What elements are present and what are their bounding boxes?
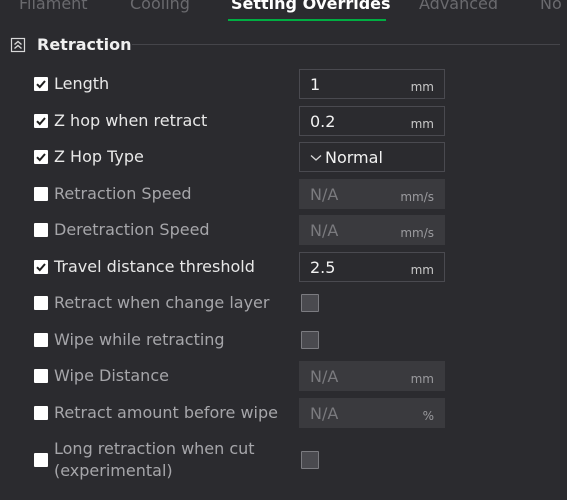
setting-label: Z hop when retract (54, 111, 208, 130)
retraction-section-header: Retraction (10, 33, 560, 57)
check-icon (36, 117, 46, 126)
setting-row-retract-amount-before-wipe: Retract amount before wipe N/A% (0, 397, 567, 429)
wipe-while-retracting-checkbox[interactable] (301, 331, 319, 349)
input-value: N/A (310, 185, 339, 204)
setting-label: Deretraction Speed (54, 220, 210, 239)
input-unit: mm/s (400, 226, 434, 240)
retraction-speed-input: N/A mm/s (299, 179, 445, 209)
long-retraction-when-cut-checkbox[interactable] (301, 451, 319, 469)
deretraction-speed-input: N/A mm/s (299, 215, 445, 245)
input-value: N/A (310, 404, 339, 423)
override-checkbox[interactable] (34, 333, 48, 347)
check-icon (36, 263, 46, 272)
retract-amount-before-wipe-input: N/A% (299, 398, 445, 428)
collapse-icon[interactable] (10, 37, 26, 53)
override-checkbox[interactable] (34, 453, 48, 467)
override-checkbox[interactable] (34, 223, 48, 237)
tab-advanced[interactable]: Advanced (419, 0, 498, 13)
setting-label: Retract when change layer (54, 293, 270, 312)
input-value: 2.5 (310, 258, 336, 277)
tab-bar: Filament Cooling Setting Overrides Advan… (0, 0, 567, 22)
tab-setting-overrides[interactable]: Setting Overrides (231, 0, 391, 13)
override-checkbox[interactable] (34, 369, 48, 383)
setting-label-line1: Long retraction when cut (54, 439, 255, 458)
input-unit: mm (410, 263, 434, 277)
active-tab-indicator (228, 19, 386, 21)
setting-label-line2: (experimental) (54, 461, 173, 480)
input-unit: mm (410, 117, 434, 131)
override-checkbox[interactable] (34, 406, 48, 420)
travel-distance-threshold-input[interactable]: 2.5 mm (299, 252, 445, 282)
dropdown-value: Normal (325, 148, 383, 167)
setting-row-length: Length 1 mm (0, 68, 567, 100)
check-icon (36, 153, 46, 162)
setting-label: Retraction Speed (54, 184, 192, 203)
setting-label: Retract amount before wipe (54, 403, 278, 422)
override-checkbox[interactable] (34, 187, 48, 201)
setting-label: Long retraction when cut (experimental) (54, 438, 255, 482)
override-checkbox[interactable] (34, 260, 48, 274)
setting-label: Z Hop Type (54, 147, 144, 166)
z-hop-when-retract-input[interactable]: 0.2 mm (299, 106, 445, 136)
z-hop-type-dropdown[interactable]: Normal (299, 142, 445, 172)
setting-label: Travel distance threshold (54, 257, 255, 276)
setting-row-retraction-speed: Retraction Speed N/A mm/s (0, 178, 567, 210)
length-input[interactable]: 1 mm (299, 69, 445, 99)
setting-label: Wipe Distance (54, 366, 169, 385)
setting-row-wipe-distance: Wipe Distance N/A mm (0, 360, 567, 392)
section-title: Retraction (37, 35, 132, 54)
input-value: 0.2 (310, 112, 336, 131)
override-checkbox[interactable] (34, 114, 48, 128)
setting-row-z-hop-when-retract: Z hop when retract 0.2 mm (0, 105, 567, 137)
setting-row-deretraction-speed: Deretraction Speed N/A mm/s (0, 214, 567, 246)
override-checkbox[interactable] (34, 150, 48, 164)
setting-row-wipe-while-retracting: Wipe while retracting (0, 324, 567, 356)
input-unit: mm/s (400, 190, 434, 204)
wipe-distance-input: N/A mm (299, 361, 445, 391)
setting-row-long-retraction-when-cut: Long retraction when cut (experimental) (0, 434, 567, 486)
input-value: 1 (310, 75, 321, 94)
section-divider (132, 44, 560, 45)
setting-label: Length (54, 74, 110, 93)
input-value: N/A (310, 221, 339, 240)
input-value: N/A (310, 367, 339, 386)
setting-row-travel-distance-threshold: Travel distance threshold 2.5 mm (0, 251, 567, 283)
override-checkbox[interactable] (34, 296, 48, 310)
tab-notes[interactable]: No (540, 0, 562, 13)
input-unit: mm (410, 372, 434, 386)
tab-cooling[interactable]: Cooling (130, 0, 190, 13)
tab-filament[interactable]: Filament (19, 0, 88, 13)
retract-when-change-layer-checkbox[interactable] (301, 294, 319, 312)
input-unit: % (422, 409, 434, 423)
setting-row-z-hop-type: Z Hop Type Normal (0, 141, 567, 173)
setting-row-retract-when-change-layer: Retract when change layer (0, 287, 567, 319)
input-unit: mm (410, 80, 434, 94)
override-checkbox[interactable] (34, 77, 48, 91)
setting-label: Wipe while retracting (54, 330, 225, 349)
check-icon (36, 80, 46, 89)
chevron-down-icon (310, 155, 322, 161)
